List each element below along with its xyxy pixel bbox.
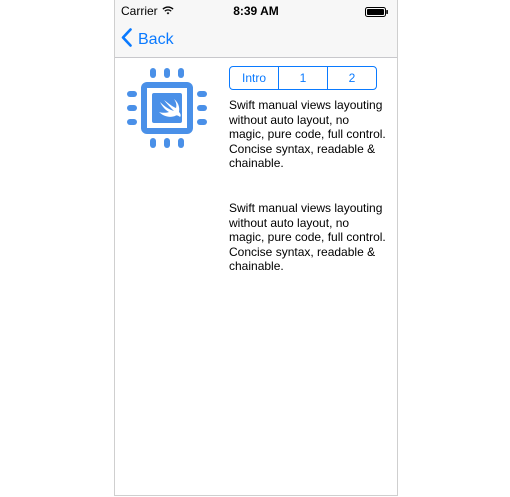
back-label: Back	[138, 31, 174, 48]
status-time: 8:39 AM	[233, 4, 279, 18]
description-text-2: Swift manual views layouting without aut…	[229, 201, 386, 274]
segment-2[interactable]: 2	[328, 67, 376, 89]
segmented-control: Intro 1 2	[229, 66, 377, 90]
device-screen: Carrier 8:39 AM Back Intro 1 2 Swift man…	[114, 0, 398, 496]
segment-1[interactable]: 1	[279, 67, 328, 89]
navigation-bar: Carrier 8:39 AM Back	[115, 0, 397, 58]
description-text-1: Swift manual views layouting without aut…	[229, 98, 386, 171]
back-button[interactable]: Back	[121, 28, 174, 52]
chevron-left-icon	[121, 28, 132, 52]
chip-swift-logo-icon	[125, 66, 209, 150]
segment-intro[interactable]: Intro	[230, 67, 279, 89]
status-bar: Carrier 8:39 AM	[115, 0, 397, 20]
battery-icon	[365, 6, 389, 20]
